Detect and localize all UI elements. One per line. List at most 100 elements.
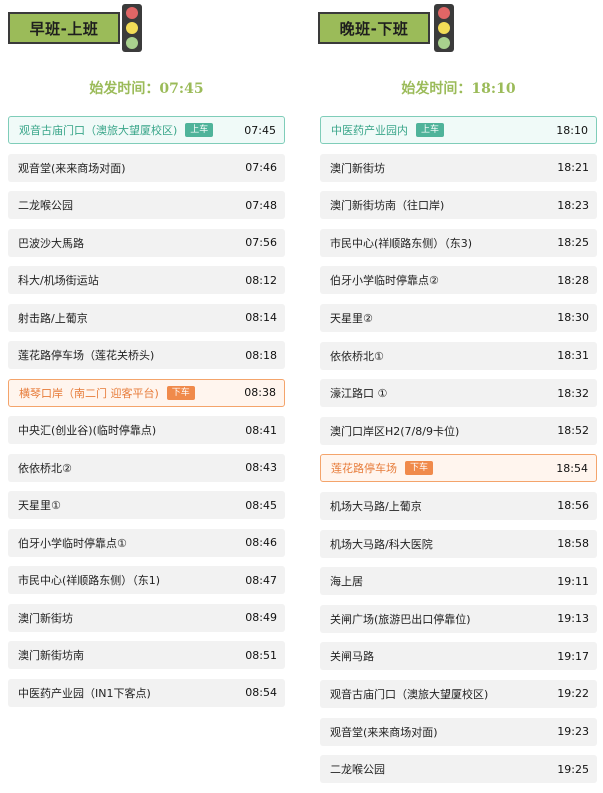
alighting-tag: 下车 — [405, 461, 434, 476]
stop-name-wrap: 伯牙小学临时停靠点② — [330, 272, 557, 288]
stop-row: 澳门新街坊 18:21 — [320, 153, 597, 182]
evening-stop-list: 中医药产业园内 上车 18:10 澳门新街坊 18:21 澳门新街坊南（往口岸) 18:23… — [320, 116, 597, 793]
stop-name: 市民中心(祥顺路东侧）（东1) — [18, 574, 161, 587]
stop-name-wrap: 二龙喉公园 — [18, 197, 245, 213]
stop-name: 观音堂(来来商场对面) — [330, 725, 438, 739]
stop-name: 伯牙小学临时停靠点① — [18, 536, 127, 550]
stop-time: 18:32 — [557, 386, 589, 400]
green-lamp-icon — [126, 36, 138, 49]
stop-name-wrap: 伯牙小学临时停靠点① — [18, 535, 245, 551]
stop-name: 机场大马路/上葡京 — [330, 499, 422, 513]
stop-name-wrap: 依依桥北② — [18, 460, 245, 476]
morning-stop-list: 观音古庙门口（澳旅大望厦校区) 上车 07:45 观音堂(来来商场对面) 07:46 二龙… — [8, 116, 285, 716]
stop-row: 机场大马路/上葡京 18:56 — [320, 491, 597, 520]
stop-name-wrap: 莲花路停车场（莲花关桥头) — [18, 347, 245, 363]
stop-name: 射击路/上葡京 — [18, 311, 88, 325]
stop-name-wrap: 关闸马路 — [330, 648, 557, 664]
stop-name-wrap: 莲花路停车场 下车 — [331, 460, 556, 476]
stop-row: 澳门新街坊南（往口岸) 18:23 — [320, 191, 597, 220]
stop-time: 08:43 — [245, 461, 277, 474]
stop-name: 市民中心(祥顺路东侧）（东3) — [330, 236, 473, 250]
stop-name: 澳门新街坊 — [330, 161, 385, 175]
stop-time: 07:45 — [244, 123, 276, 137]
stop-row: 二龙喉公园 07:48 — [8, 191, 285, 219]
stop-row: 二龙喉公园 19:25 — [320, 755, 597, 784]
stop-name: 中央汇(创业谷)(临时停靠点) — [18, 424, 157, 437]
red-lamp-icon — [438, 7, 450, 20]
stop-name: 莲花路停车场 — [331, 462, 397, 476]
yellow-lamp-icon — [438, 21, 450, 34]
morning-shift-title: 早班-上班 — [8, 12, 120, 44]
alighting-tag: 下车 — [166, 385, 195, 400]
stop-name: 观音古庙门口（澳旅大望厦校区) — [330, 687, 489, 701]
stop-name-wrap: 天星里① — [18, 497, 245, 513]
stop-name-wrap: 市民中心(祥顺路东侧）（东3) — [330, 235, 557, 251]
stop-row: 市民中心(祥顺路东侧）（东1) 08:47 — [8, 566, 285, 594]
stop-name-wrap: 海上居 — [330, 573, 557, 589]
evening-header: 晚班-下班 — [318, 0, 597, 60]
stop-row: 观音古庙门口（澳旅大望厦校区) 19:22 — [320, 679, 597, 708]
stop-time: 08:54 — [245, 686, 277, 699]
stop-row: 澳门新街坊 08:49 — [8, 603, 285, 632]
stop-time: 19:11 — [557, 574, 589, 588]
stop-name: 濠江路口 ① — [330, 387, 388, 401]
stop-name-wrap: 观音古庙门口（澳旅大望厦校区) — [330, 686, 557, 702]
stop-time: 08:46 — [245, 536, 277, 549]
stop-name: 中医药产业园内 — [331, 124, 408, 137]
stop-row: 依依桥北① 18:31 — [320, 341, 597, 370]
stop-time: 08:45 — [245, 498, 277, 512]
stop-time: 18:31 — [557, 349, 589, 363]
stop-row: 射击路/上葡京 08:14 — [8, 303, 285, 332]
stop-time: 08:47 — [245, 573, 277, 587]
departure-time-value: 07:45 — [159, 81, 204, 97]
stop-name-wrap: 澳门口岸区H2(7/8/9卡位) — [330, 423, 557, 439]
stop-name: 二龙喉公园 — [330, 763, 385, 777]
stop-row: 伯牙小学临时停靠点① 08:46 — [8, 528, 285, 557]
stop-time: 08:38 — [244, 386, 276, 399]
stop-name-wrap: 天星里② — [330, 310, 557, 326]
stop-name-wrap: 机场大马路/上葡京 — [330, 498, 557, 514]
stop-row: 巴波沙大馬路 07:56 — [8, 228, 285, 257]
stop-name: 二龙喉公园 — [18, 199, 73, 212]
stop-row: 机场大马路/科大医院 18:58 — [320, 529, 597, 558]
stop-name-wrap: 巴波沙大馬路 — [18, 235, 245, 251]
stop-time: 19:17 — [557, 649, 589, 663]
stop-time: 19:22 — [557, 687, 589, 701]
stop-name: 中医药产业园（IN1下客点) — [18, 686, 151, 700]
stop-name-wrap: 观音堂(来来商场对面) — [330, 724, 557, 740]
stop-name-wrap: 中医药产业园内 上车 — [331, 122, 556, 138]
stop-name: 关闸马路 — [330, 650, 374, 664]
stop-row: 关闸广场(旅游巴出口停靠位) 19:13 — [320, 604, 597, 633]
stop-name: 依依桥北② — [18, 461, 72, 475]
stop-name-wrap: 濠江路口 ① — [330, 385, 557, 401]
stop-name-wrap: 射击路/上葡京 — [18, 310, 245, 326]
stop-name-wrap: 澳门新街坊南 — [18, 647, 245, 663]
stop-name: 莲花路停车场（莲花关桥头) — [18, 349, 155, 362]
stop-name-wrap: 观音古庙门口（澳旅大望厦校区) 上车 — [19, 122, 244, 138]
stop-name-wrap: 横琴口岸（南二门 迎客平台) 下车 — [19, 385, 244, 401]
evening-departure-time: 始发时间：18:10 — [320, 78, 597, 98]
stop-name-wrap: 澳门新街坊 — [18, 610, 245, 626]
stop-time: 08:12 — [245, 273, 277, 287]
stop-time: 08:41 — [245, 423, 277, 437]
stop-time: 07:56 — [245, 236, 277, 249]
stop-time: 08:51 — [245, 648, 277, 662]
boarding-tag: 上车 — [416, 123, 445, 137]
stop-row: 天星里② 18:30 — [320, 303, 597, 332]
stop-time: 19:13 — [557, 612, 589, 626]
stop-name: 横琴口岸（南二门 迎客平台) — [19, 386, 159, 400]
stop-row: 濠江路口 ① 18:32 — [320, 379, 597, 408]
stop-row: 科大/机场街运站 08:12 — [8, 266, 285, 294]
stop-time: 18:23 — [557, 198, 589, 212]
stop-name-wrap: 关闸广场(旅游巴出口停靠位) — [330, 611, 557, 627]
stop-time: 18:56 — [557, 499, 589, 513]
stop-name-wrap: 科大/机场街运站 — [18, 272, 245, 288]
stop-row: 中医药产业园内 上车 18:10 — [320, 116, 597, 144]
stop-row: 莲花路停车场（莲花关桥头) 08:18 — [8, 341, 285, 369]
stop-name: 巴波沙大馬路 — [18, 236, 84, 250]
stop-time: 18:54 — [556, 461, 588, 475]
stop-name: 观音堂(来来商场对面) — [18, 161, 126, 175]
stop-name: 澳门口岸区H2(7/8/9卡位) — [330, 424, 460, 438]
stop-name: 关闸广场(旅游巴出口停靠位) — [330, 612, 471, 626]
stop-row: 中医药产业园（IN1下客点) 08:54 — [8, 678, 285, 707]
